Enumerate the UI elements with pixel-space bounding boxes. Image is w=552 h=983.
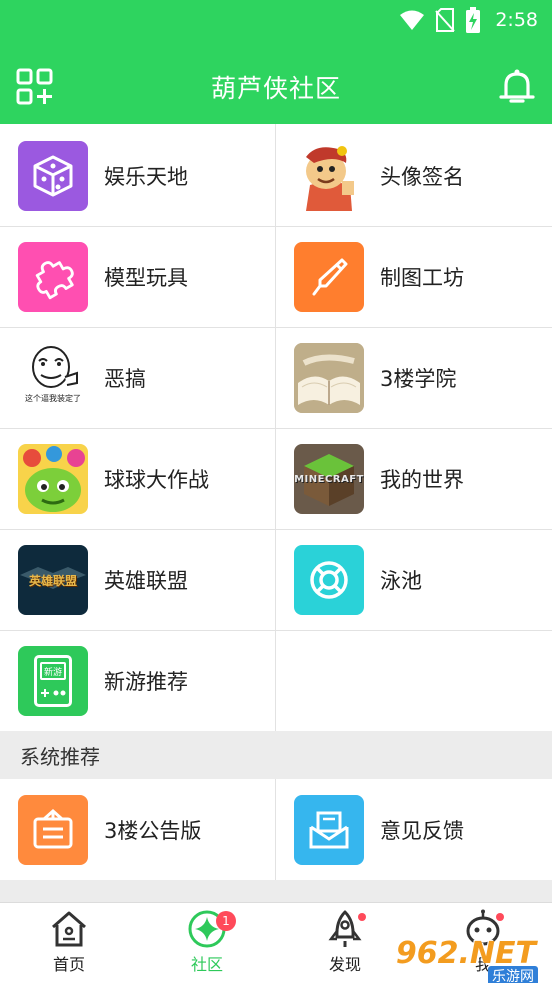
console-screen: 新游 xyxy=(40,662,66,680)
wifi-icon xyxy=(400,10,425,30)
category-label: 模型玩具 xyxy=(104,266,188,290)
category-item-drawing-workshop[interactable]: 制图工坊 xyxy=(276,227,552,327)
cartoon-avatar-icon xyxy=(294,141,364,211)
home-icon xyxy=(52,911,86,947)
category-item-new-games[interactable]: 新游 新游推荐 xyxy=(0,631,275,731)
category-label: 制图工坊 xyxy=(380,266,464,290)
category-label: 泳池 xyxy=(380,569,422,593)
notification-dot xyxy=(358,913,366,921)
blob-monster-icon xyxy=(18,444,88,514)
minecraft-logo-text: MINECRAFT xyxy=(294,473,364,485)
nav-label: 发现 xyxy=(328,955,361,974)
category-item-lol[interactable]: 英雄联盟 英雄联盟 xyxy=(0,530,275,630)
category-label: 新游推荐 xyxy=(104,670,188,694)
open-book-icon xyxy=(294,343,364,413)
system-item-label: 3楼公告版 xyxy=(104,819,202,843)
nav-tab-community[interactable]: 1 社区 xyxy=(138,903,276,983)
category-label: 3楼学院 xyxy=(380,367,457,391)
app-bar: 葫芦侠社区 xyxy=(0,58,552,116)
category-item-pool[interactable]: 泳池 xyxy=(276,530,552,630)
puzzle-icon xyxy=(18,242,88,312)
meme-face-icon: 这个逼我装定了 xyxy=(18,343,88,413)
battery-charging-icon xyxy=(466,7,481,33)
section-title: 系统推荐 xyxy=(0,731,552,779)
category-item-agario[interactable]: 球球大作战 xyxy=(0,429,275,529)
lifebuoy-icon xyxy=(294,545,364,615)
handheld-console-icon: 新游 xyxy=(18,646,88,716)
empty-cell xyxy=(276,631,552,731)
notice-board-icon xyxy=(18,795,88,865)
watermark-logo: 962.NET 乐游网 xyxy=(396,934,546,983)
grid-add-icon[interactable] xyxy=(16,68,54,106)
meme-caption: 这个逼我装定了 xyxy=(25,394,81,403)
system-item-label: 意见反馈 xyxy=(380,819,464,843)
nav-label: 首页 xyxy=(52,955,85,974)
nav-tab-home[interactable]: 首页 xyxy=(0,903,138,983)
category-label: 我的世界 xyxy=(380,468,464,492)
category-label: 娱乐天地 xyxy=(104,165,188,189)
category-item-3f-academy[interactable]: 3楼学院 xyxy=(276,328,552,428)
bell-icon[interactable] xyxy=(498,68,536,106)
category-label: 头像签名 xyxy=(380,165,464,189)
no-sim-icon xyxy=(435,8,456,32)
category-item-avatar-signature[interactable]: 头像签名 xyxy=(276,126,552,226)
category-item-spoof[interactable]: 这个逼我装定了 恶搞 xyxy=(0,328,275,428)
system-item-notice-board[interactable]: 3楼公告版 xyxy=(0,780,275,880)
envelope-icon xyxy=(294,795,364,865)
app-header: 2:58 葫芦侠社区 xyxy=(0,0,552,124)
lol-logo-icon: 英雄联盟 xyxy=(18,545,88,615)
dice-icon xyxy=(18,141,88,211)
lol-logo-text: 英雄联盟 xyxy=(28,573,77,588)
nav-label: 社区 xyxy=(190,955,223,974)
notification-badge: 1 xyxy=(216,911,236,931)
console-screen-text: 新游 xyxy=(43,667,62,678)
notification-dot xyxy=(496,913,504,921)
category-item-models-toys[interactable]: 模型玩具 xyxy=(0,227,275,327)
category-item-minecraft[interactable]: MINECRAFT 我的世界 xyxy=(276,429,552,529)
minecraft-logo-icon: MINECRAFT xyxy=(294,444,364,514)
category-label: 英雄联盟 xyxy=(104,569,188,593)
category-label: 恶搞 xyxy=(104,367,146,391)
category-item-entertainment[interactable]: 娱乐天地 xyxy=(0,126,275,226)
page-title: 葫芦侠社区 xyxy=(210,74,341,103)
nav-tab-discover[interactable]: 发现 xyxy=(276,903,414,983)
console-body: 新游 xyxy=(34,655,72,707)
status-bar: 2:58 xyxy=(399,6,538,34)
watermark-subtext: 乐游网 xyxy=(488,966,538,983)
status-time: 2:58 xyxy=(495,9,538,31)
system-item-feedback[interactable]: 意见反馈 xyxy=(276,780,552,880)
brush-icon xyxy=(294,242,364,312)
category-label: 球球大作战 xyxy=(104,468,209,492)
